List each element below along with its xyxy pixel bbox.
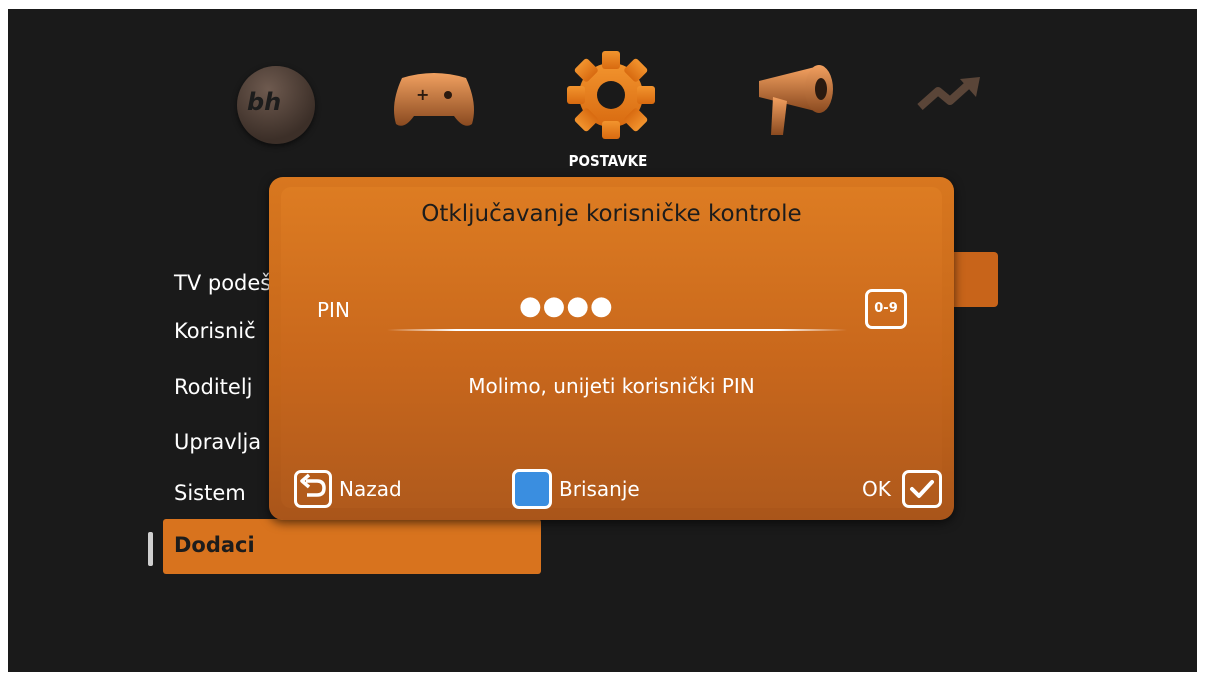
side-menu-item-management[interactable]: Upravlja (174, 430, 261, 454)
side-menu-item-parental[interactable]: Roditelj (174, 375, 252, 399)
side-menu-item-tv-settings[interactable]: TV podeš (174, 271, 271, 295)
side-menu-item-user[interactable]: Korisnič (174, 319, 256, 343)
megaphone-icon[interactable] (753, 61, 849, 139)
side-menu-item-label: Dodaci (174, 533, 255, 557)
back-button[interactable]: Nazad (339, 477, 402, 501)
pin-unlock-dialog: Otključavanje korisničke kontrole PIN ●●… (269, 177, 954, 520)
pin-label: PIN (317, 298, 350, 322)
return-arrow-icon (300, 473, 326, 497)
selected-menu-title: POSTAVKE (568, 152, 648, 170)
back-key-icon[interactable] (294, 470, 332, 508)
blue-key-icon[interactable] (512, 469, 552, 509)
dialog-title: Otključavanje korisničke kontrole (421, 201, 802, 227)
side-menu-item-system[interactable]: Sistem (174, 481, 246, 505)
selection-indicator (148, 532, 153, 566)
side-menu-item-addons[interactable]: Dodaci (163, 519, 541, 574)
dialog-panel (281, 187, 942, 508)
pin-underline (387, 329, 847, 331)
gamepad-icon[interactable]: + (388, 64, 480, 134)
pin-input[interactable]: ●●●● (519, 291, 614, 321)
gear-icon[interactable] (566, 49, 656, 141)
pin-prompt-message: Molimo, unijeti korisnički PIN (468, 374, 755, 398)
checkmark-icon (910, 480, 934, 498)
ok-key-icon[interactable] (902, 470, 942, 508)
ok-button[interactable]: OK (862, 477, 891, 501)
bh-logo-text: bh (247, 88, 282, 116)
digits-key-badge: 0-9 (865, 289, 907, 329)
trend-arrow-icon[interactable] (916, 75, 984, 115)
tv-screen: bh + POSTAVKE TV podeš Korisnič Roditelj… (8, 9, 1197, 672)
delete-button[interactable]: Brisanje (559, 477, 640, 501)
bh-logo-icon[interactable]: bh (237, 66, 315, 144)
svg-text:+: + (416, 85, 429, 104)
